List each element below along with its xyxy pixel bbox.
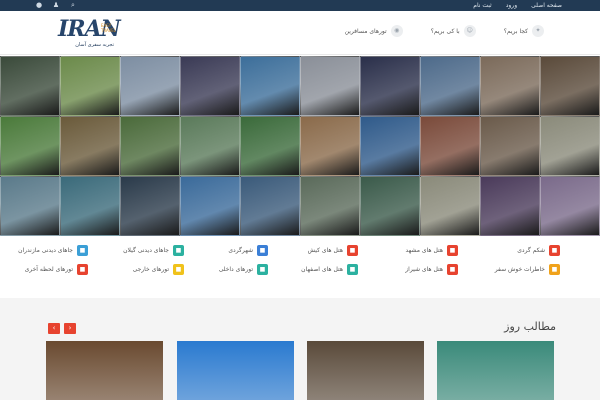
photo-tile[interactable] <box>420 116 480 176</box>
photo-tile[interactable] <box>120 176 180 236</box>
logo-tagline: تجربه سفری آسان <box>75 42 114 48</box>
register-link[interactable]: ثبت نام <box>473 0 492 11</box>
pin-icon: ■ <box>77 244 88 256</box>
category-label: هتل های شیراز <box>405 265 443 273</box>
category-label: تورهای داخلی <box>218 265 253 273</box>
category-link[interactable]: ■ تورهای خارجی <box>133 263 184 275</box>
post-card-image[interactable] <box>177 341 294 400</box>
photo-tile[interactable] <box>0 56 60 116</box>
header: IRAN EASY TRAVEL تجربه سفری آسان ✦ کجا ب… <box>0 11 600 55</box>
search-icon[interactable]: ⌕ <box>69 1 77 9</box>
nav-who-with[interactable]: ☺ با کی بریم؟ <box>431 25 476 37</box>
photo-grid <box>0 56 600 236</box>
category-link[interactable]: ■ جاهای دیدنی مازندران <box>18 244 88 256</box>
pin-icon: ■ <box>257 244 268 256</box>
photo-tile[interactable] <box>60 56 120 116</box>
photo-tile[interactable] <box>0 116 60 176</box>
photo-tile[interactable] <box>420 176 480 236</box>
photo-tile[interactable] <box>60 116 120 176</box>
user-icon[interactable]: ♟ <box>52 1 60 9</box>
photo-tile[interactable] <box>60 176 120 236</box>
photo-tile[interactable] <box>180 56 240 116</box>
photo-tile[interactable] <box>240 176 300 236</box>
nav-where-to-go[interactable]: ✦ کجا بریم؟ <box>504 25 544 37</box>
category-label: تورهای خارجی <box>132 265 169 273</box>
category-label: تورهای لحظه آخری <box>24 265 73 273</box>
tour-icon: ◉ <box>390 25 403 37</box>
compass-icon: ✦ <box>532 25 544 37</box>
category-link[interactable]: ■ تورهای لحظه آخری <box>25 263 88 275</box>
photo-tile[interactable] <box>360 56 420 116</box>
site-logo[interactable]: IRAN EASY TRAVEL تجربه سفری آسان <box>44 16 121 52</box>
photo-tile[interactable] <box>300 116 360 176</box>
photo-tile[interactable] <box>240 116 300 176</box>
category-label: شهرگردی <box>228 246 253 254</box>
category-label: خاطرات خوش سفر <box>494 265 545 273</box>
login-link[interactable]: ورود <box>506 0 517 11</box>
hotel-icon: ■ <box>347 244 358 256</box>
category-link[interactable]: ■ خاطرات خوش سفر <box>495 263 560 275</box>
plane-icon: ■ <box>173 263 184 275</box>
nav-label: تورهای مسافرین <box>344 27 387 35</box>
bus-icon: ■ <box>257 263 268 275</box>
category-link[interactable]: ■ هتل های کیش <box>308 244 358 256</box>
prev-arrow-button[interactable]: ‹ <box>48 323 60 334</box>
nav-traveler-tours[interactable]: ◉ تورهای مسافرین <box>345 25 403 37</box>
photo-tile[interactable] <box>300 56 360 116</box>
next-arrow-button[interactable]: › <box>64 323 76 334</box>
nav-label: کجا بریم؟ <box>503 27 528 35</box>
post-card-image[interactable] <box>437 341 554 400</box>
category-link[interactable]: ■ هتل های شیراز <box>405 263 458 275</box>
daily-posts-section: مطالب روز ‹ › <box>0 298 600 400</box>
category-label: شکم گردی <box>517 246 545 254</box>
post-card-image[interactable] <box>307 341 424 400</box>
category-links: ■ شکم گردی ■ هتل های مشهد ■ هتل های کیش ■ شهرگر… <box>0 240 600 290</box>
photo-tile[interactable] <box>180 116 240 176</box>
photo-tile[interactable] <box>420 56 480 116</box>
photo-tile[interactable] <box>540 176 600 236</box>
category-label: هتل های مشهد <box>405 246 443 254</box>
rss-icon[interactable]: ● <box>35 1 43 9</box>
photo-tile[interactable] <box>120 56 180 116</box>
category-link[interactable]: ■ شکم گردی <box>517 244 560 256</box>
photo-tile[interactable] <box>360 116 420 176</box>
photo-tile[interactable] <box>540 56 600 116</box>
hotel-icon: ■ <box>347 263 358 275</box>
logo-subtext: EASY TRAVEL <box>101 23 117 33</box>
pin-icon: ■ <box>173 244 184 256</box>
photo-tile[interactable] <box>540 116 600 176</box>
category-label: هتل های کیش <box>307 246 343 254</box>
top-bar: ● ♟ ⌕ صفحه اصلی ورود ثبت نام <box>0 0 600 11</box>
category-link[interactable]: ■ شهرگردی <box>228 244 268 256</box>
category-link[interactable]: ■ هتل های اصفهان <box>301 263 358 275</box>
carousel-arrows: ‹ › <box>48 323 76 334</box>
photo-tile[interactable] <box>480 56 540 116</box>
photo-tile[interactable] <box>180 176 240 236</box>
category-link[interactable]: ■ هتل های مشهد <box>405 244 458 256</box>
home-link[interactable]: صفحه اصلی <box>531 0 562 11</box>
category-link[interactable]: ■ تورهای داخلی <box>219 263 268 275</box>
fork-icon: ■ <box>549 244 560 256</box>
photo-tile[interactable] <box>300 176 360 236</box>
photo-tile[interactable] <box>480 116 540 176</box>
category-label: هتل های اصفهان <box>301 265 343 273</box>
category-link[interactable]: ■ جاهای دیدنی گیلان <box>123 244 184 256</box>
people-icon: ☺ <box>463 25 476 37</box>
hotel-icon: ■ <box>447 263 458 275</box>
main-nav: ✦ کجا بریم؟ ☺ با کی بریم؟ ◉ تورهای مسافر… <box>345 25 544 37</box>
clock-icon: ■ <box>77 263 88 275</box>
photo-tile[interactable] <box>240 56 300 116</box>
category-label: جاهای دیدنی گیلان <box>123 246 169 254</box>
category-label: جاهای دیدنی مازندران <box>18 246 73 254</box>
photo-tile[interactable] <box>480 176 540 236</box>
photo-tile[interactable] <box>120 116 180 176</box>
photo-tile[interactable] <box>0 176 60 236</box>
photo-tile[interactable] <box>360 176 420 236</box>
post-cards <box>46 341 554 400</box>
nav-label: با کی بریم؟ <box>430 27 460 35</box>
post-card-image[interactable] <box>46 341 163 400</box>
hotel-icon: ■ <box>447 244 458 256</box>
section-title: مطالب روز <box>504 320 556 333</box>
edit-icon: ■ <box>549 263 560 275</box>
